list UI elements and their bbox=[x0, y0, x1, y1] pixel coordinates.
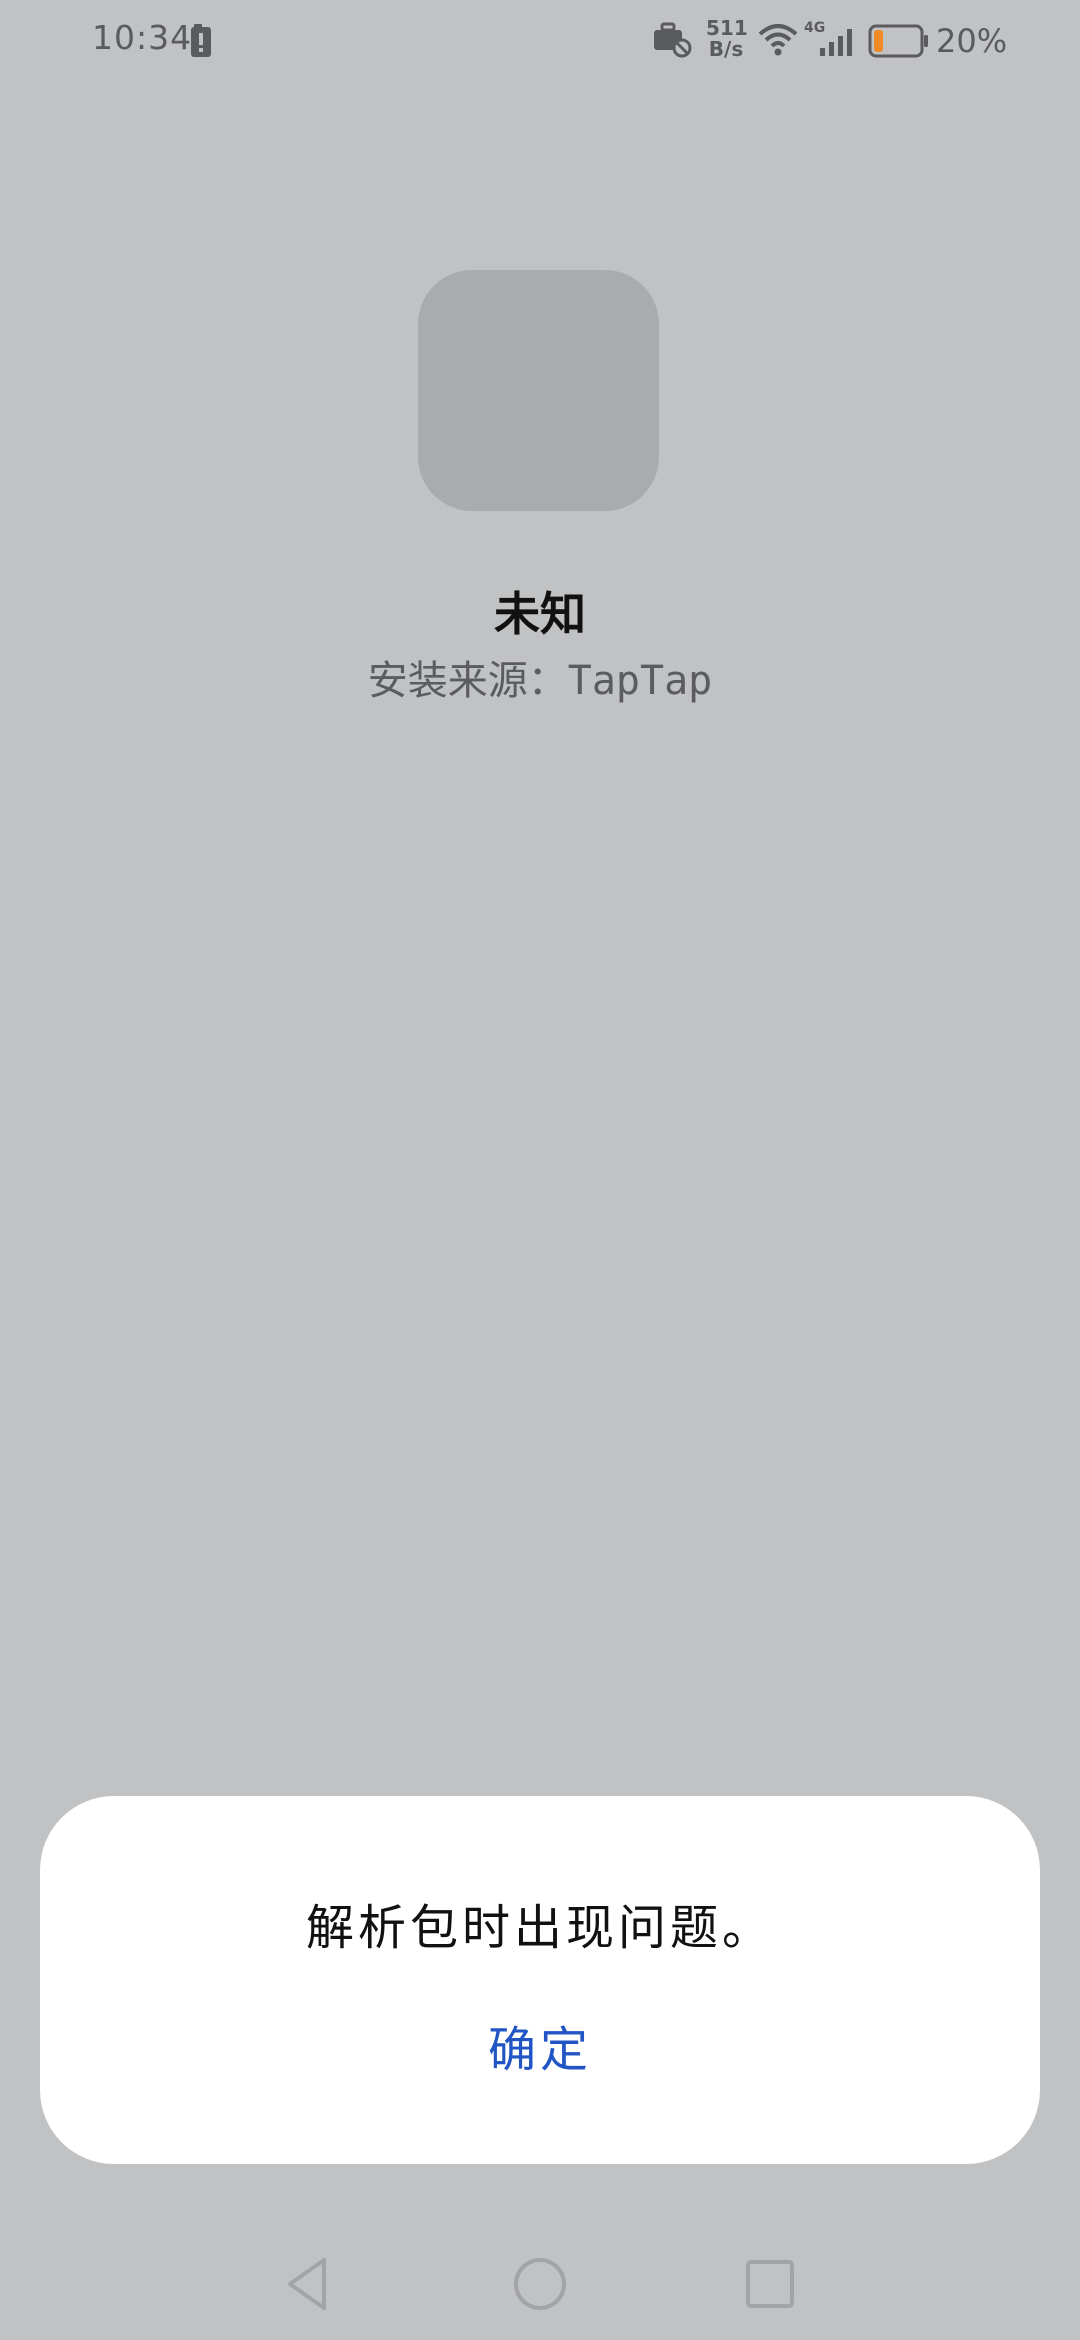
app-name: 未知 bbox=[494, 587, 586, 641]
signal-icon bbox=[820, 29, 852, 56]
ok-button[interactable]: 确定 bbox=[440, 2014, 640, 2086]
wifi-icon bbox=[758, 24, 798, 56]
briefcase-blocked-icon bbox=[654, 22, 692, 58]
status-bar: 10:34 511 B/s 4G 20% bbox=[0, 0, 1080, 84]
network-speed-value: 511 bbox=[706, 16, 748, 40]
install-source: 安装来源：TapTap bbox=[0, 648, 1080, 706]
status-time: 10:34 bbox=[92, 18, 193, 57]
home-icon[interactable] bbox=[508, 2252, 572, 2316]
dialog-message: 解析包时出现问题。 bbox=[305, 1900, 774, 1956]
install-source-label: 安装来源： bbox=[367, 658, 568, 704]
app-icon-placeholder bbox=[418, 270, 659, 511]
install-source-value: TapTap bbox=[567, 658, 713, 704]
recents-icon[interactable] bbox=[738, 2252, 802, 2316]
error-dialog: 解析包时出现问题。 确定 bbox=[40, 1796, 1040, 2164]
battery-charging-icon bbox=[191, 24, 211, 57]
back-icon[interactable] bbox=[276, 2252, 340, 2316]
battery-percent: 20% bbox=[936, 22, 1008, 60]
navigation-bar bbox=[0, 2232, 1080, 2340]
network-speed-unit: B/s bbox=[708, 37, 744, 61]
battery-icon bbox=[868, 24, 928, 58]
network-speed: 511 B/s bbox=[706, 16, 748, 61]
